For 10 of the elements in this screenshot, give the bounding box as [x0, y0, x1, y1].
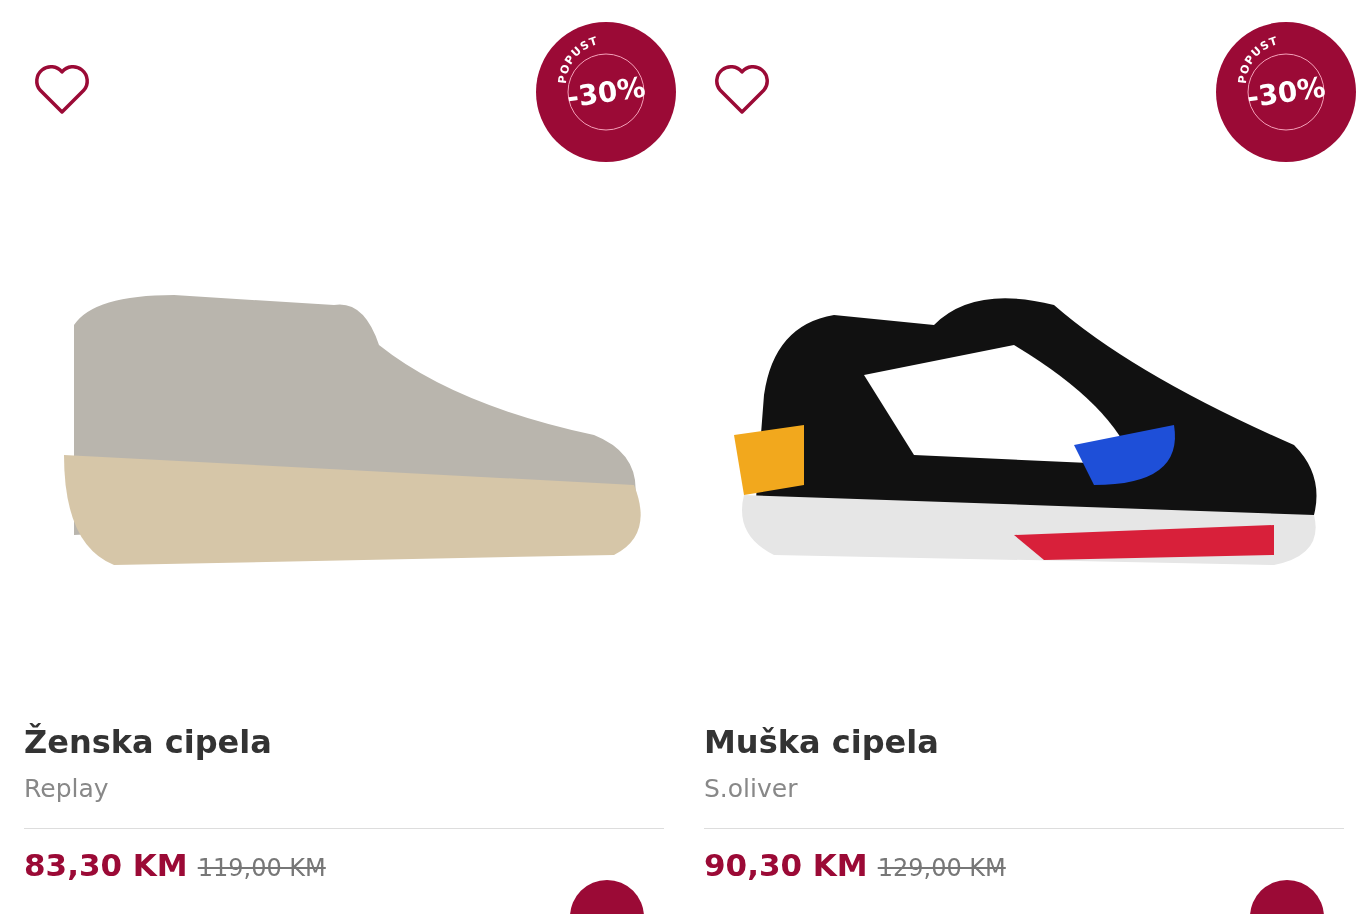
- sale-price: 90,30 KM: [704, 847, 868, 883]
- heart-icon[interactable]: [714, 64, 770, 116]
- product-title[interactable]: Muška cipela: [704, 720, 1344, 764]
- sale-price: 83,30 KM: [24, 847, 188, 883]
- original-price: 119,00 KM: [197, 854, 326, 882]
- brand-name: S.oliver: [704, 773, 799, 805]
- heart-icon[interactable]: [34, 64, 90, 116]
- product-title[interactable]: Ženska cipela: [24, 720, 664, 764]
- brand-name: Replay: [24, 773, 110, 805]
- original-price: 129,00 KM: [877, 854, 1006, 882]
